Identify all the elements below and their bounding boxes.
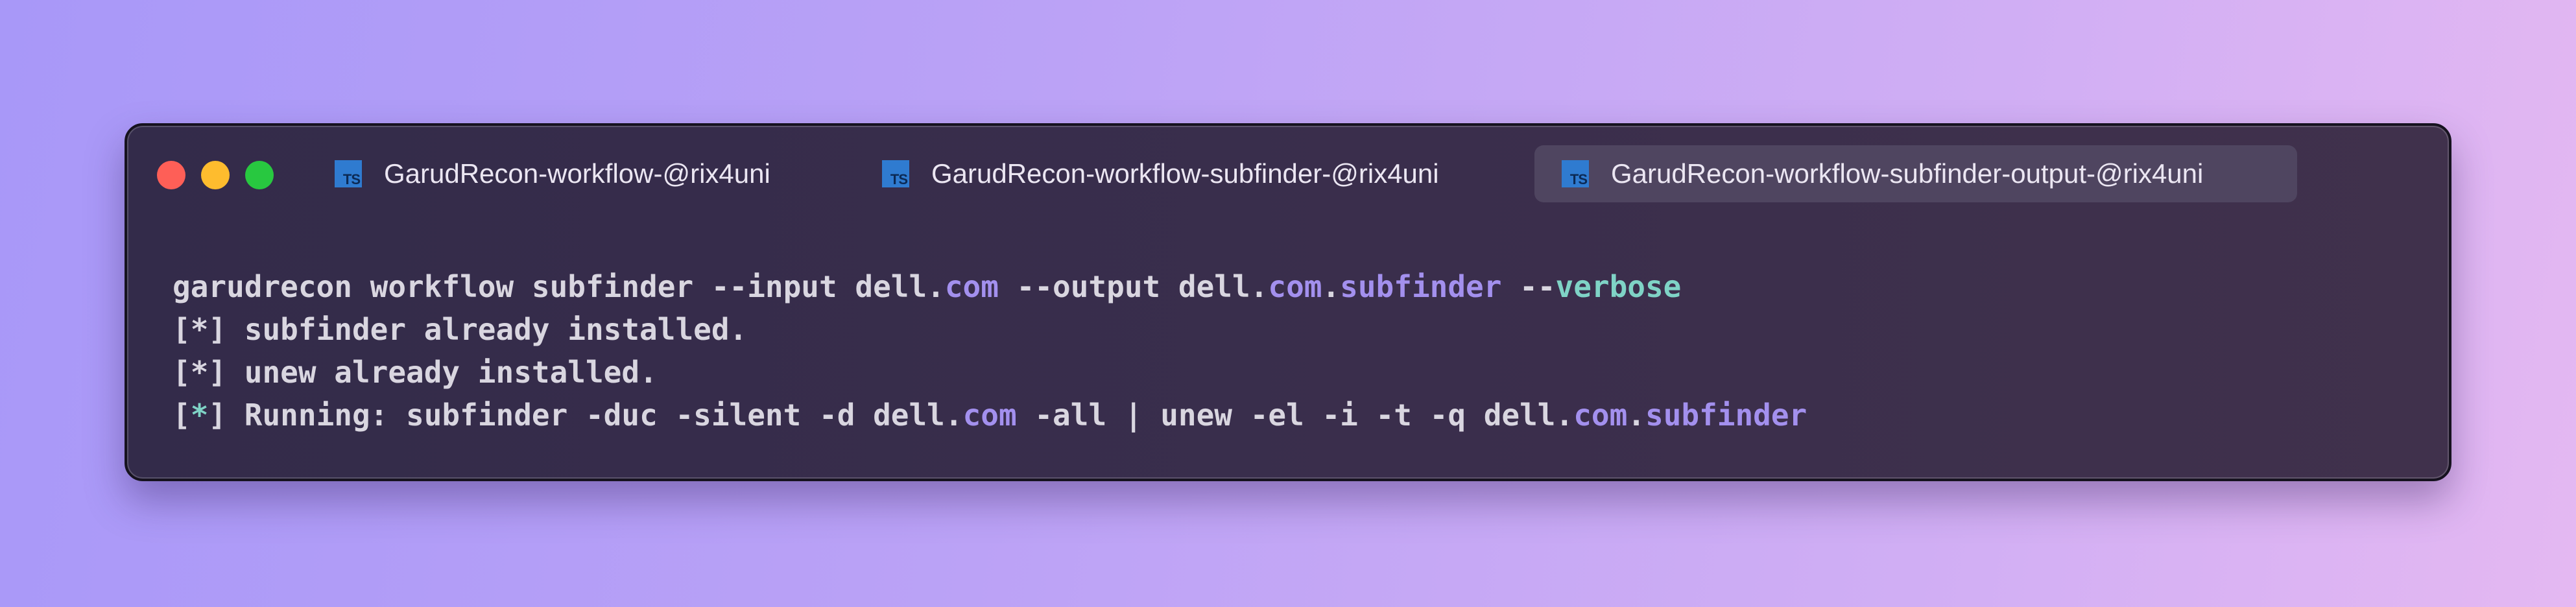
minimize-button[interactable] (201, 161, 230, 189)
tab-label: GarudRecon-workflow-@rix4uni (384, 158, 770, 189)
tab-workflow-subfinder[interactable]: TS GarudRecon-workflow-subfinder-@rix4un… (882, 145, 1439, 202)
command-line: garudrecon workflow subfinder --input de… (173, 269, 1682, 304)
tab-workflow[interactable]: TS GarudRecon-workflow-@rix4uni (335, 145, 770, 202)
typescript-icon: TS (335, 160, 362, 187)
tab-label: GarudRecon-workflow-subfinder-output-@ri… (1611, 158, 2204, 189)
typescript-icon: TS (882, 160, 909, 187)
output-line: [*] subfinder already installed. (173, 312, 748, 347)
close-button[interactable] (157, 161, 185, 189)
output-line: [*] unew already installed. (173, 355, 658, 390)
tab-label: GarudRecon-workflow-subfinder-@rix4uni (931, 158, 1439, 189)
output-line: [*] Running: subfinder -duc -silent -d d… (173, 398, 1807, 433)
terminal-output[interactable]: garudrecon workflow subfinder --input de… (173, 265, 2423, 436)
maximize-button[interactable] (245, 161, 274, 189)
typescript-icon: TS (1562, 160, 1589, 187)
terminal-window: TS GarudRecon-workflow-@rix4uni TS Garud… (125, 123, 2451, 481)
tab-workflow-subfinder-output[interactable]: TS GarudRecon-workflow-subfinder-output-… (1534, 145, 2297, 202)
title-bar: TS GarudRecon-workflow-@rix4uni TS Garud… (127, 126, 2449, 223)
